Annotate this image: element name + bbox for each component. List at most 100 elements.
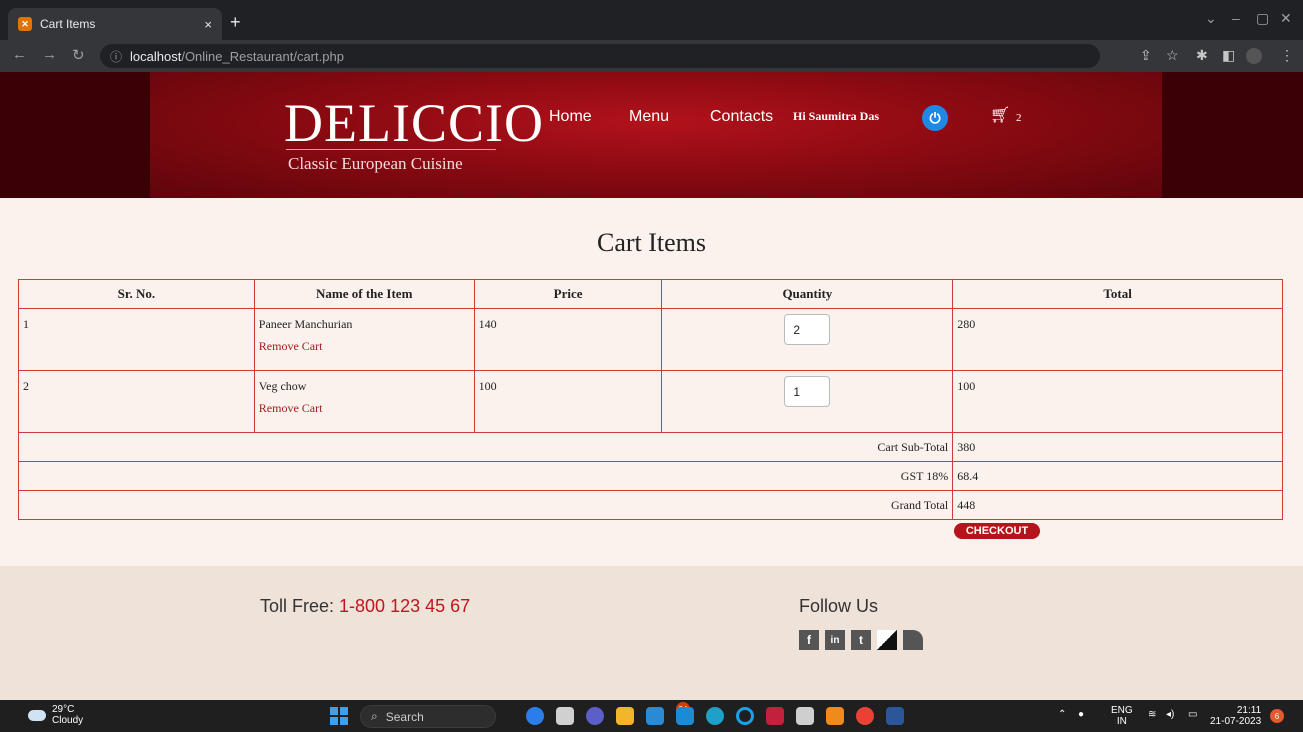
column-header: Sr. No. [18,279,255,309]
quantity-input[interactable] [784,376,831,407]
weather-condition: Cloudy [52,715,84,726]
mcafee-icon[interactable] [766,707,784,725]
weather-widget[interactable]: 29°C Cloudy [28,704,98,726]
nav-home[interactable]: Home [549,108,592,126]
wifi-icon[interactable]: ≋ [1148,709,1156,720]
remove-cart-link[interactable]: Remove Cart [259,401,470,416]
mail-icon[interactable] [646,707,664,725]
xampp-icon[interactable] [826,707,844,725]
edge-icon[interactable] [706,707,724,725]
grand-total-value: 448 [952,490,1283,520]
maximize-icon[interactable]: ▢ [1256,10,1269,27]
gst-label: GST 18% [17,461,954,491]
file-explorer-icon[interactable] [616,707,634,725]
toll-free-number[interactable]: 1-800 123 45 67 [339,596,470,616]
messenger-icon[interactable] [903,630,923,650]
url-host: localhost [130,48,182,64]
battery-icon[interactable]: ▭ [1188,709,1197,720]
remove-cart-link[interactable]: Remove Cart [259,339,470,354]
language-code: ENG [1111,705,1133,716]
volume-icon[interactable]: ◂) [1166,709,1174,720]
column-header: Name of the Item [253,279,475,309]
web-page: DELICCIO Classic European Cuisine Home M… [0,72,1303,700]
delicious-icon[interactable] [877,630,897,650]
teams-icon[interactable] [586,707,604,725]
tab-title: Cart Items [40,17,96,31]
taskbar-search[interactable]: ⌕ Search [360,705,496,728]
cart-table: Sr. No. Name of the Item Price Quantity … [17,279,1283,520]
address-bar-row: ← → ↻ ⓘ localhost /Online_Restaurant/car… [0,40,1303,72]
reload-icon[interactable]: ↻ [72,46,85,64]
tab-search-icon[interactable]: ⌄ [1205,10,1217,27]
back-icon[interactable]: ← [12,46,27,63]
cloud-icon [28,709,46,721]
chrome-icon[interactable] [856,707,874,725]
start-icon[interactable] [330,707,348,725]
task-view-icon[interactable] [556,707,574,725]
bing-icon[interactable] [526,707,544,725]
site-header: DELICCIO Classic European Cuisine Home M… [0,72,1303,198]
side-panel-icon[interactable]: ◧ [1222,47,1235,64]
browser-tab-bar: ✕ Cart Items × + ⌄ – ▢ ✕ [0,0,1303,40]
linkedin-icon[interactable]: in [825,630,845,650]
share-icon[interactable]: ⇪ [1140,47,1152,64]
quantity-input[interactable] [784,314,831,345]
site-footer: Toll Free: 1-800 123 45 67 Follow Us f i… [0,566,1303,700]
notification-badge[interactable]: 6 [1270,709,1284,723]
nav-menu[interactable]: Menu [629,108,669,126]
minimize-icon[interactable]: – [1232,10,1240,26]
terminal-icon[interactable] [796,707,814,725]
table-row: 1 Paneer Manchurian Remove Cart 140 280 [18,308,1283,371]
bookmark-star-icon[interactable]: ☆ [1166,47,1179,64]
info-icon[interactable]: ⓘ [110,48,122,65]
quantity-cell [661,308,954,371]
new-tab-icon[interactable]: + [230,12,241,33]
region-code: IN [1116,716,1127,727]
column-header: Quantity [661,279,954,309]
tray-app-icon[interactable]: ● [1078,709,1084,720]
close-window-icon[interactable]: ✕ [1280,10,1292,27]
item-name-cell: Paneer Manchurian Remove Cart [253,308,475,371]
total-cell: 280 [952,308,1283,371]
item-name: Paneer Manchurian [258,317,353,331]
item-name: Veg chow [258,379,307,393]
cart-icon[interactable]: 🛒︎ [990,105,1010,125]
tab-close-icon[interactable]: × [204,17,212,32]
sr-no-cell: 1 [18,308,255,371]
column-header: Price [473,279,663,309]
tray-chevron-icon[interactable]: ⌃ [1058,709,1066,720]
tab-cart-items[interactable]: ✕ Cart Items × [8,8,222,40]
follow-us-heading: Follow Us [799,596,879,616]
menu-icon[interactable]: ⋮ [1280,47,1294,64]
facebook-icon[interactable]: f [799,630,819,650]
checkout-button[interactable]: CHECKOUT [954,523,1040,539]
quantity-cell [661,370,954,433]
cortana-icon[interactable] [736,707,754,725]
logout-power-icon[interactable]: ⏻ [922,105,948,131]
forward-icon[interactable]: → [42,46,57,63]
tumblr-icon[interactable]: t [851,630,871,650]
url-path: /Online_Restaurant/cart.php [181,48,344,64]
site-tagline: Classic European Cuisine [288,154,463,173]
lens-app-icon[interactable] [676,707,694,725]
site-logo[interactable]: DELICCIO [284,96,544,150]
nav-contacts[interactable]: Contacts [710,108,773,126]
word-icon[interactable] [886,707,904,725]
subtotal-label: Cart Sub-Total [17,432,954,462]
column-header: Total [952,279,1283,309]
search-label: Search [385,709,424,724]
xampp-favicon-icon: ✕ [18,17,32,31]
cart-count: 2 [1016,112,1022,124]
toll-free-label: Toll Free: [260,596,340,616]
user-greeting: Hi Saumitra Das [793,109,880,123]
table-row: 2 Veg chow Remove Cart 100 100 [18,370,1283,433]
clock-date: 21-07-2023 [1210,716,1262,727]
grand-total-row: Grand Total 448 [17,490,1283,520]
url-input[interactable]: ⓘ localhost /Online_Restaurant/cart.php [100,44,1100,68]
extensions-icon[interactable]: ✱ [1196,47,1208,64]
profile-avatar[interactable] [1246,48,1262,64]
total-cell: 100 [952,370,1283,433]
page-title: Cart Items [596,228,707,257]
language-indicator[interactable]: ENG IN [1111,705,1133,727]
clock[interactable]: 21:11 21-07-2023 [1210,705,1261,727]
